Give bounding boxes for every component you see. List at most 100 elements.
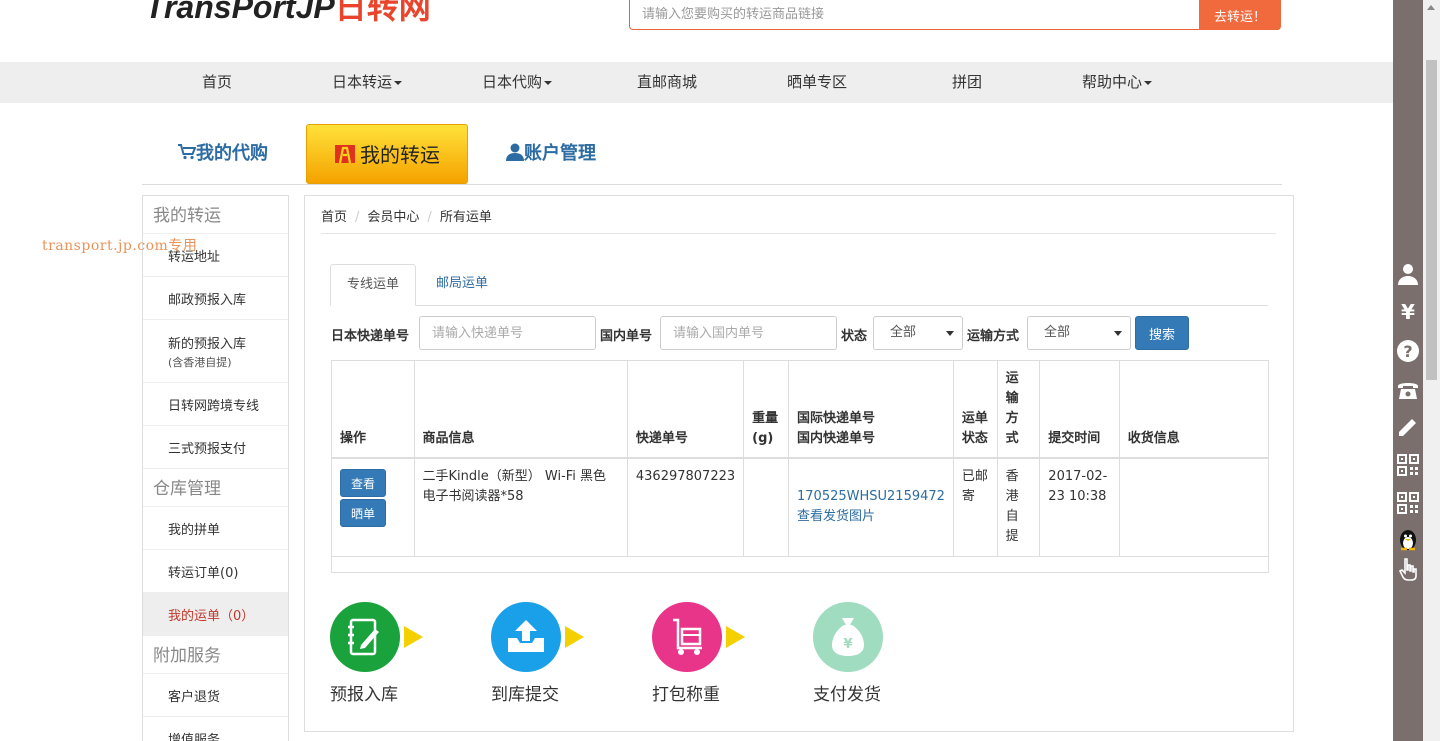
sidebar-item-value-added[interactable]: 增值服务 [143, 717, 288, 741]
sidebar-section-title: 附加服务 [143, 636, 288, 674]
tab-my-purchase-label: 我的代购 [196, 143, 268, 164]
tab-my-transport[interactable]: 我的转运 [306, 124, 468, 184]
cell-intl-tracking: 170525WHSU2159472 查看发货图片 [788, 457, 954, 557]
view-button[interactable]: 查看 [340, 469, 386, 497]
jp-tracking-input[interactable] [419, 316, 596, 350]
nav-direct-mall[interactable]: 直邮商城 [607, 62, 727, 103]
share-order-button[interactable]: 晒单 [340, 499, 386, 527]
help-icon[interactable]: ? [1396, 339, 1420, 363]
arrow-right-icon [726, 626, 745, 648]
logo-cn-text: 日转网 [334, 0, 431, 25]
nav-showcase[interactable]: 晒单专区 [757, 62, 877, 103]
tab-account[interactable]: 账户管理 [506, 124, 596, 184]
qq-penguin-icon[interactable] [1396, 528, 1420, 552]
phone-icon[interactable] [1396, 377, 1420, 401]
chevron-down-icon [946, 331, 954, 336]
cell-tracking-no: 436297807223 [626, 457, 745, 557]
filter-bar: 日本快递单号 国内单号 状态 全部 运输方式 全部 搜索 [331, 316, 1291, 350]
sidebar-item-transport-orders[interactable]: 转运订单(0) [143, 550, 288, 593]
waybill-tabs: 专线运单 邮局运单 [330, 264, 1268, 306]
sidebar-item-customer-returns[interactable]: 客户退货 [143, 674, 288, 717]
nav-jp-purchase[interactable]: 日本代购 [457, 62, 577, 103]
view-shipping-photo-link[interactable]: 查看发货图片 [797, 509, 875, 524]
shipping-method-select[interactable]: 全部 [1027, 316, 1131, 350]
tab-account-label: 账户管理 [524, 143, 596, 164]
yen-icon[interactable]: ¥ [1396, 300, 1420, 324]
cell-operation: 查看 晒单 [331, 457, 415, 557]
nav-home[interactable]: 首页 [157, 62, 277, 103]
col-submit-time: 提交时间 [1039, 360, 1120, 459]
sidebar-item-label: 邮政预报入库 [168, 292, 247, 308]
sidebar-item-my-group-orders[interactable]: 我的拼单 [143, 507, 288, 550]
cell-receiver-info [1118, 457, 1270, 557]
nav-group-buy[interactable]: 拼团 [907, 62, 1027, 103]
sidebar-item-new-forecast[interactable]: 新的预报入库 (含香港自提) [143, 320, 288, 383]
watermark-text: transport.jp.com专用 [42, 238, 198, 254]
user-icon [506, 143, 524, 161]
svg-text:¥: ¥ [843, 637, 852, 652]
upload-tray-icon [508, 620, 544, 652]
intl-tracking-link[interactable]: 170525WHSU2159472 [797, 489, 945, 504]
jp-tracking-label: 日本快递单号 [331, 329, 410, 344]
right-toolbar: ¥ ? [1393, 0, 1423, 741]
sidebar-item-cross-border-line[interactable]: 日转网跨境专线 [143, 383, 288, 426]
col-intl-tracking-label: 国际快递单号 [797, 411, 876, 426]
search-button[interactable]: 搜索 [1135, 316, 1189, 350]
tab-my-transport-label: 我的转运 [360, 143, 440, 167]
col-receiver-info: 收货信息 [1118, 360, 1270, 459]
tabs-divider [142, 184, 1282, 185]
qr-code-icon[interactable] [1396, 453, 1420, 477]
spacer-cell [331, 555, 1269, 573]
nav-help[interactable]: 帮助中心 [1057, 62, 1177, 103]
scroll-up-icon[interactable] [1427, 5, 1435, 10]
tab-line-waybill[interactable]: 专线运单 [330, 264, 417, 306]
nav-jp-transport-label: 日本转运 [331, 73, 392, 91]
col-tracking-no: 快递单号 [626, 360, 745, 459]
content-panel: 首页 / 会员中心 / 所有运单 专线运单 邮局运单 日本快递单号 国内单号 状态 全部… [304, 195, 1294, 732]
caret-down-icon [1144, 80, 1152, 85]
breadcrumb-separator: / [427, 210, 432, 225]
cell-goods-info: 二手Kindle（新型） Wi-Fi 黑色电子书阅读器*58 [413, 457, 628, 557]
sidebar-item-label: 转运订单(0) [168, 565, 239, 581]
site-logo[interactable]: TransPortJP日转网 [145, 0, 431, 28]
tab-my-purchase[interactable]: 我的代购 [178, 124, 268, 184]
step-forecast: 预报入库 [330, 602, 450, 705]
domestic-tracking-input[interactable] [660, 316, 837, 350]
user-icon[interactable] [1396, 262, 1420, 286]
sidebar-item-three-forecast-pay[interactable]: 三式预报支付 [143, 426, 288, 469]
sidebar-section-title: 仓库管理 [143, 469, 288, 507]
qr-code-icon[interactable] [1396, 491, 1420, 515]
nav-home-label: 首页 [201, 73, 232, 91]
nav-group-buy-label: 拼团 [951, 73, 982, 91]
pointer-hand-icon[interactable] [1396, 557, 1420, 581]
sidebar-item-label: 增值服务 [168, 732, 221, 741]
page-scrollbar[interactable] [1423, 0, 1440, 741]
status-select[interactable]: 全部 [873, 316, 963, 350]
scrollbar-thumb[interactable] [1426, 60, 1437, 380]
edit-pen-icon[interactable] [1396, 415, 1420, 439]
sidebar-item-postal-forecast[interactable]: 邮政预报入库 [143, 277, 288, 320]
search-box: 去转运！ [629, 0, 1281, 30]
shipping-method-label: 运输方式 [967, 329, 1020, 344]
breadcrumb-home[interactable]: 首页 [321, 210, 347, 225]
sidebar-item-my-waybills[interactable]: 我的运单（0） [143, 593, 288, 636]
status-select-value: 全部 [890, 325, 917, 340]
arrow-right-icon [565, 626, 584, 648]
breadcrumb: 首页 / 会员中心 / 所有运单 [321, 206, 1276, 234]
arrow-right-icon [404, 626, 423, 648]
search-input[interactable] [630, 0, 1200, 28]
nav-jp-transport[interactable]: 日本转运 [307, 62, 427, 103]
domestic-tracking-label: 国内单号 [600, 329, 653, 344]
col-domestic-tracking-label: 国内快递单号 [797, 431, 876, 446]
tab-post-waybill[interactable]: 邮局运单 [420, 264, 504, 306]
cart-icon [178, 144, 197, 160]
go-transport-button[interactable]: 去转运！ [1199, 0, 1281, 30]
logo-text: TransPortJP [145, 0, 335, 25]
col-goods-info: 商品信息 [413, 360, 628, 459]
road-sign-icon [335, 145, 355, 164]
sidebar-item-sublabel: (含香港自提) [168, 355, 232, 369]
breadcrumb-member-center[interactable]: 会员中心 [367, 210, 419, 225]
circle [491, 602, 561, 672]
step-label: 打包称重 [652, 685, 720, 705]
nav-direct-mall-label: 直邮商城 [636, 73, 697, 91]
